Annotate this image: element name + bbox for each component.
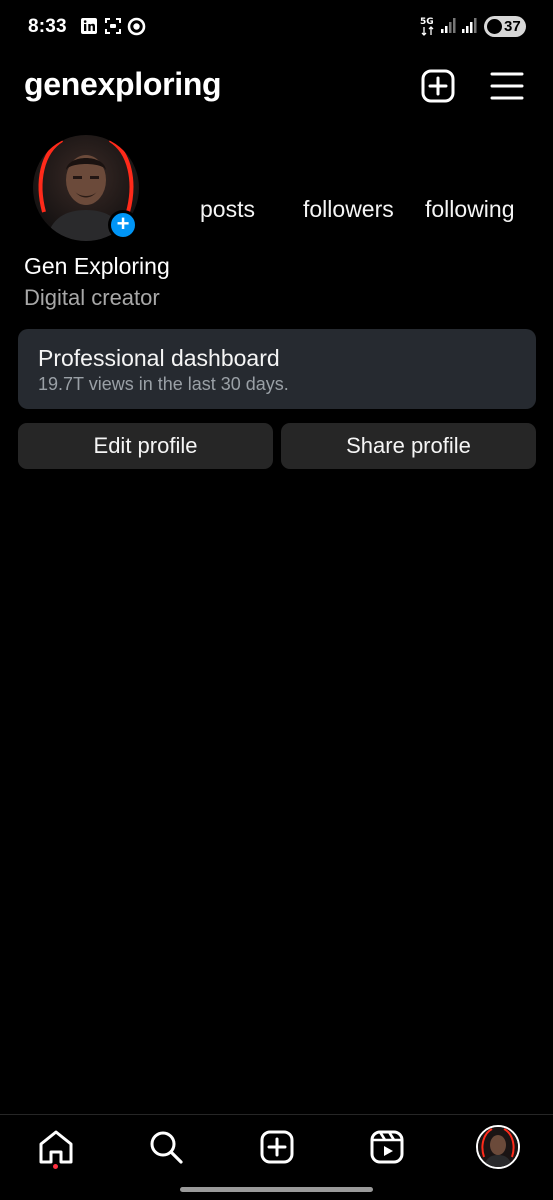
status-bar: 8:33 5G 37	[0, 0, 553, 54]
circle-icon	[127, 17, 146, 36]
battery-indicator: 37	[484, 16, 526, 37]
screenshot-icon	[105, 18, 121, 34]
profile-category: Digital creator	[24, 285, 160, 310]
search-icon[interactable]	[146, 1127, 186, 1167]
create-icon[interactable]	[257, 1127, 297, 1167]
followers-stat-label[interactable]: followers	[303, 196, 394, 223]
profile-avatar[interactable]: +	[32, 134, 140, 242]
following-stat-label[interactable]: following	[425, 196, 515, 223]
signal-icon	[441, 18, 456, 33]
edit-profile-button[interactable]: Edit profile	[18, 423, 273, 469]
profile-header: genexploring	[0, 58, 553, 114]
display-name: Gen Exploring	[24, 253, 170, 279]
dashboard-title: Professional dashboard	[38, 345, 280, 371]
battery-icon	[487, 19, 502, 34]
profile-screen: 8:33 5G 37 genexploring + posts follower…	[0, 0, 553, 1200]
home-indicator[interactable]	[180, 1187, 373, 1192]
posts-stat-label[interactable]: posts	[200, 196, 255, 223]
profile-avatar-nav[interactable]	[476, 1125, 520, 1169]
share-profile-button[interactable]: Share profile	[281, 423, 536, 469]
battery-level: 37	[504, 18, 521, 35]
reels-icon[interactable]	[367, 1127, 407, 1167]
username[interactable]: genexploring	[24, 66, 222, 103]
add-story-button[interactable]: +	[108, 210, 138, 240]
menu-icon[interactable]	[487, 66, 527, 106]
dashboard-subtitle: 19.7T views in the last 30 days.	[38, 374, 289, 394]
status-time: 8:33	[28, 16, 67, 37]
svg-text:5G: 5G	[420, 17, 434, 27]
signal-2-icon	[462, 18, 477, 33]
linkedin-icon	[81, 18, 97, 34]
home-icon[interactable]	[36, 1127, 76, 1167]
create-post-icon[interactable]	[418, 66, 458, 106]
profile-avatar-image	[478, 1127, 518, 1167]
network-5g-icon: 5G	[420, 17, 434, 36]
notification-dot	[53, 1164, 58, 1169]
professional-dashboard-card[interactable]: Professional dashboard 19.7T views in th…	[18, 329, 536, 409]
